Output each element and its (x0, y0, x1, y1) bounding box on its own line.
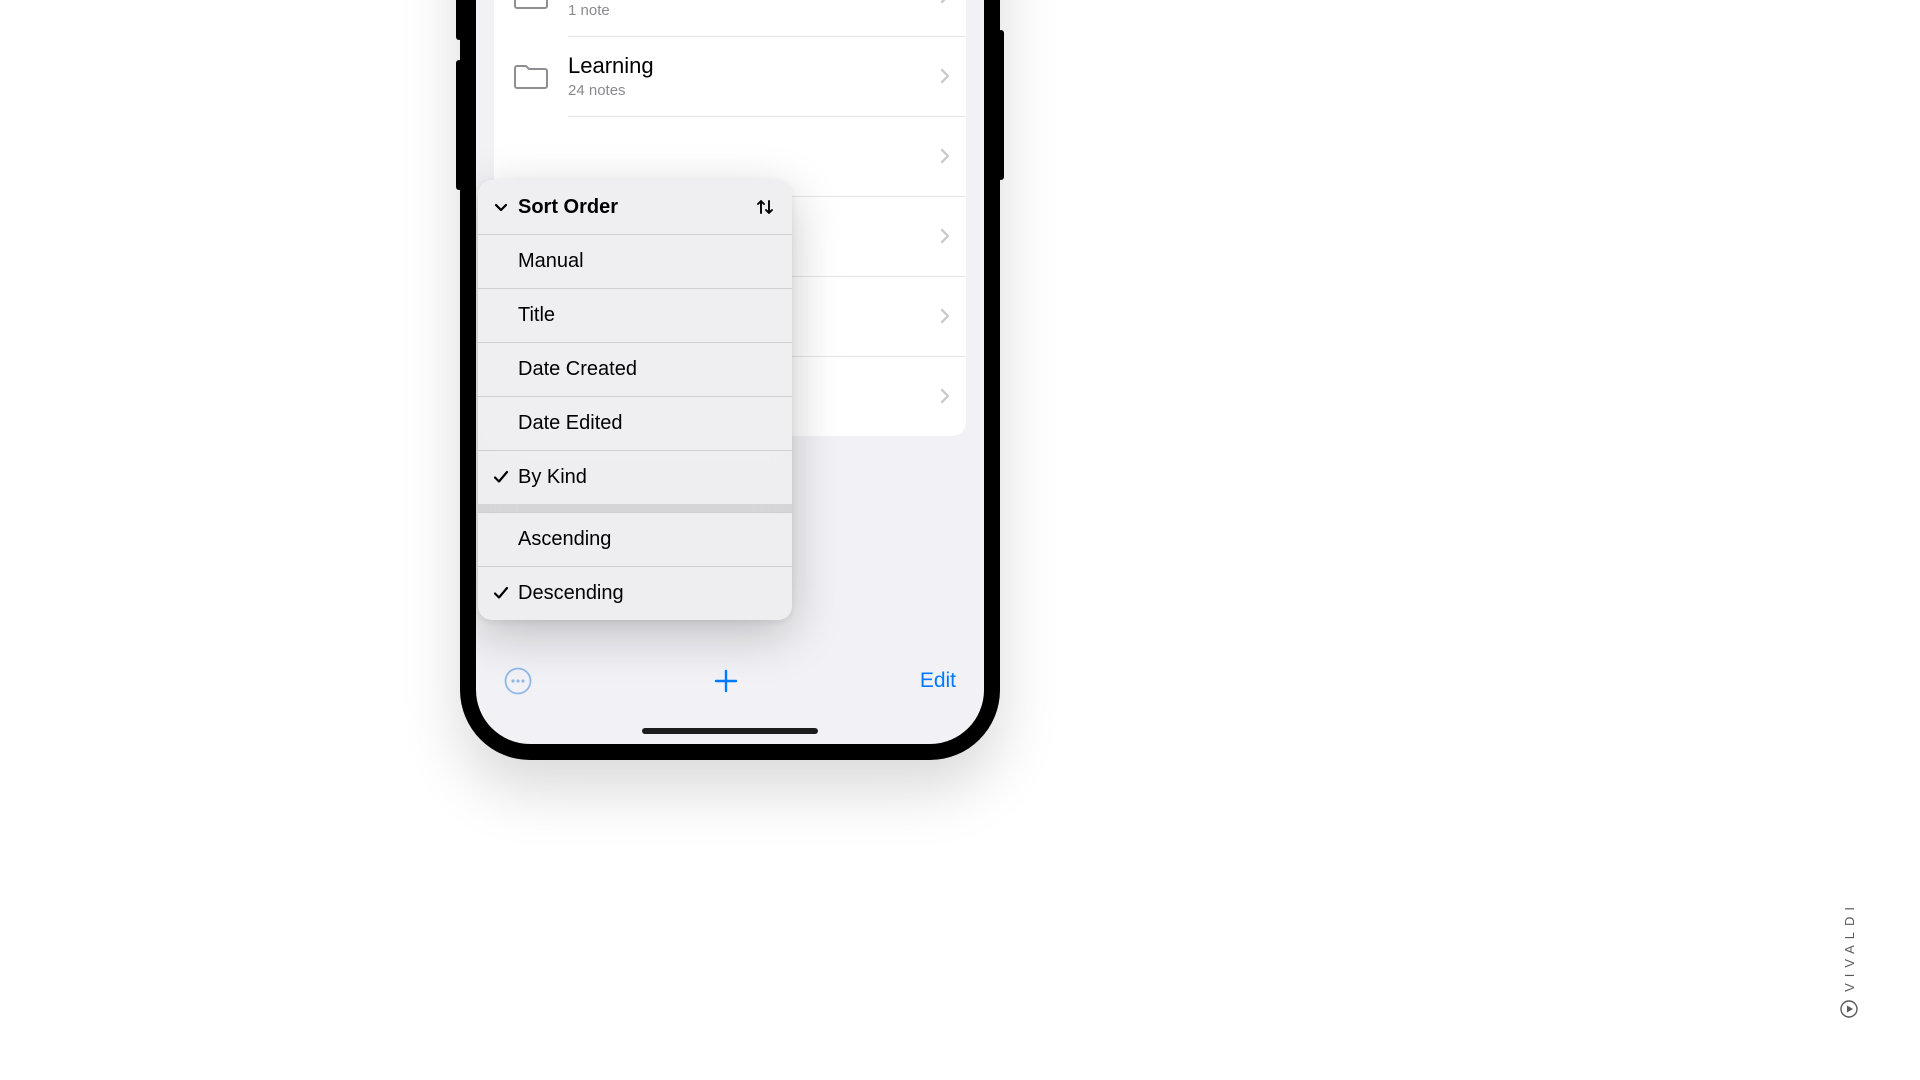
phone-screen: Design related 1 note Learning 24 notes (476, 0, 984, 744)
popover-divider (478, 504, 792, 512)
folder-icon (514, 62, 548, 90)
sort-direction-option[interactable]: Ascending (478, 512, 792, 566)
checkmark-placeholder (492, 530, 510, 548)
list-item-text: Learning 24 notes (568, 53, 930, 98)
more-button[interactable] (504, 667, 532, 695)
sort-option[interactable]: By Kind (478, 450, 792, 504)
folder-subtitle: 1 note (568, 2, 930, 19)
menu-item-label: Manual (518, 250, 776, 273)
chevron-right-icon (940, 308, 950, 324)
sort-option[interactable]: Title (478, 288, 792, 342)
menu-item-label: Title (518, 304, 776, 327)
menu-item-label: Date Edited (518, 412, 776, 435)
menu-item-label: Descending (518, 582, 776, 605)
brand-text: VIVALDI (1842, 901, 1857, 992)
phone-frame: Design related 1 note Learning 24 notes (460, 0, 1000, 760)
side-button (998, 30, 1004, 180)
chevron-down-icon (492, 198, 510, 216)
home-indicator[interactable] (642, 728, 818, 734)
checkmark-placeholder (492, 360, 510, 378)
checkmark-icon (492, 468, 510, 486)
sort-option[interactable]: Date Created (478, 342, 792, 396)
brand-icon (1840, 1000, 1858, 1018)
edit-button[interactable]: Edit (920, 669, 956, 693)
menu-item-label: Ascending (518, 528, 776, 551)
chevron-right-icon (940, 388, 950, 404)
folder-title: Learning (568, 53, 930, 79)
chevron-right-icon (940, 228, 950, 244)
list-item-text: Design related 1 note (568, 0, 930, 19)
menu-item-label: By Kind (518, 466, 776, 489)
chevron-right-icon (940, 148, 950, 164)
list-item[interactable]: Learning 24 notes (494, 36, 966, 116)
chevron-right-icon (940, 0, 950, 4)
checkmark-icon (492, 584, 510, 602)
sort-direction-option[interactable]: Descending (478, 566, 792, 620)
folder-subtitle: 24 notes (568, 82, 930, 99)
list-item[interactable]: Design related 1 note (494, 0, 966, 36)
popover-title: Sort Order (518, 196, 754, 219)
sort-option[interactable]: Manual (478, 234, 792, 288)
folder-icon (514, 0, 548, 10)
brand-mark: VIVALDI (1840, 901, 1858, 1018)
menu-item-label: Date Created (518, 358, 776, 381)
checkmark-placeholder (492, 306, 510, 324)
sort-order-popover: Sort Order Manual Title Date Created Date E… (478, 180, 792, 620)
popover-header[interactable]: Sort Order (478, 180, 792, 234)
sort-option[interactable]: Date Edited (478, 396, 792, 450)
sort-arrows-icon (754, 196, 776, 218)
add-button[interactable] (713, 668, 739, 694)
checkmark-placeholder (492, 414, 510, 432)
checkmark-placeholder (492, 252, 510, 270)
chevron-right-icon (940, 68, 950, 84)
